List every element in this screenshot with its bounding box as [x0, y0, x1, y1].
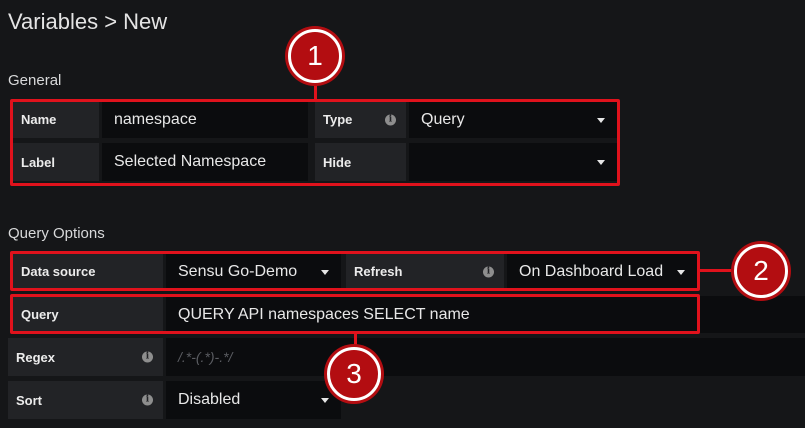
name-input[interactable]: namespace: [102, 101, 308, 138]
chevron-down-icon: [321, 269, 329, 275]
sort-label: Sort i: [8, 381, 163, 419]
section-heading-query-options: Query Options: [8, 225, 105, 242]
type-label: Type i: [315, 101, 406, 138]
section-heading-general: General: [8, 72, 62, 89]
label-input[interactable]: Selected Namespace: [102, 143, 308, 181]
refresh-label: Refresh i: [346, 254, 504, 289]
name-label: Name: [13, 101, 99, 138]
annotation-connector-3: [354, 334, 357, 347]
chevron-down-icon: [321, 398, 329, 403]
annotation-connector-1: [314, 84, 317, 100]
regex-input[interactable]: /.*-(.*)-.*/: [166, 338, 805, 376]
callout-badge-3: 3: [327, 347, 381, 401]
data-source-label: Data source: [13, 254, 163, 289]
query-label: Query: [13, 296, 163, 333]
chevron-down-icon: [597, 117, 605, 123]
label-label: Label: [13, 143, 99, 181]
hide-label: Hide: [315, 143, 406, 181]
info-icon[interactable]: i: [385, 114, 396, 125]
chevron-down-icon: [597, 160, 605, 165]
regex-label: Regex i: [8, 338, 163, 376]
info-icon[interactable]: i: [483, 266, 494, 277]
callout-badge-2: 2: [734, 244, 788, 298]
sort-select[interactable]: Disabled: [166, 381, 341, 419]
refresh-select[interactable]: On Dashboard Load: [507, 254, 697, 289]
annotation-connector-2: [700, 269, 734, 272]
type-select[interactable]: Query: [409, 101, 617, 138]
info-icon[interactable]: i: [142, 351, 153, 363]
query-input[interactable]: QUERY API namespaces SELECT name: [166, 296, 805, 333]
data-source-select[interactable]: Sensu Go-Demo: [166, 254, 341, 289]
callout-badge-1: 1: [288, 29, 342, 83]
info-icon[interactable]: i: [142, 394, 153, 406]
page-title: Variables > New: [8, 9, 168, 34]
chevron-down-icon: [677, 269, 685, 275]
hide-select[interactable]: [409, 143, 617, 181]
